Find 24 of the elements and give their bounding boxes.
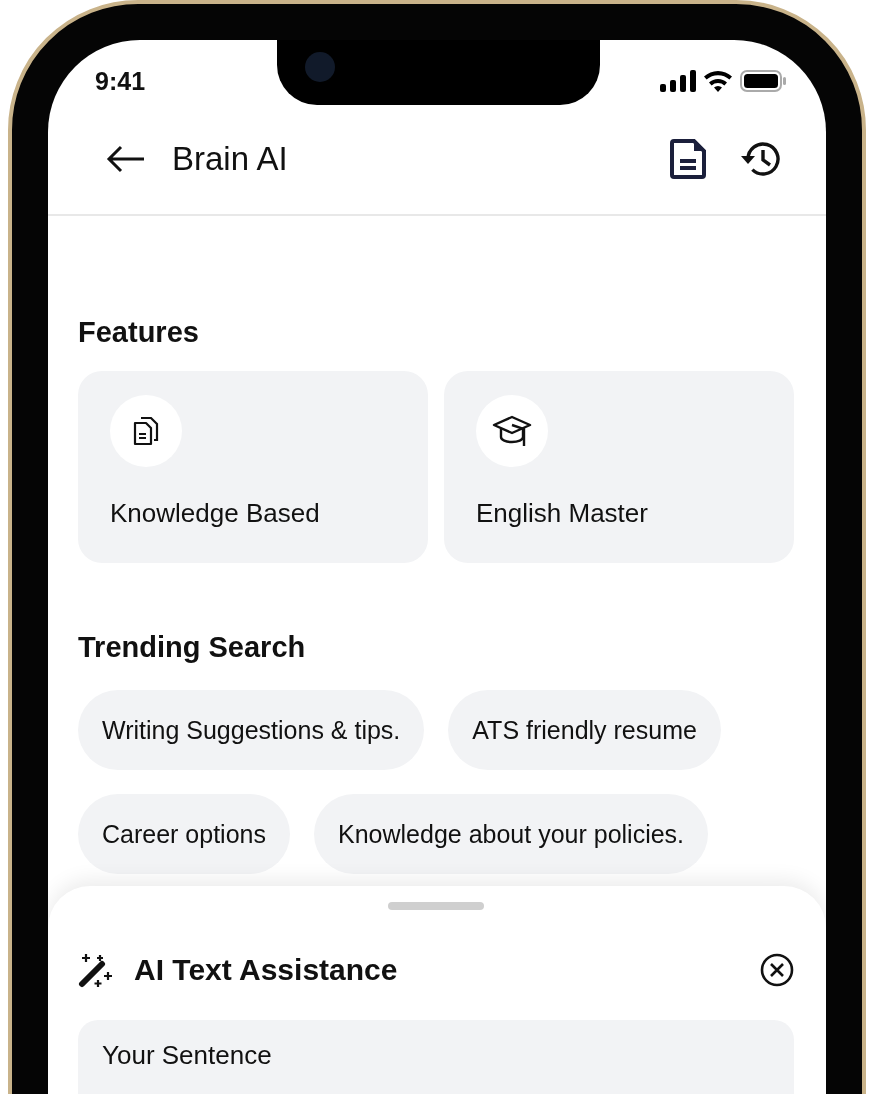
back-button[interactable] (106, 145, 146, 173)
search-chip[interactable]: Writing Suggestions & tips. (78, 690, 425, 770)
document-icon[interactable] (670, 139, 706, 179)
status-time: 9:41 (95, 66, 146, 96)
wifi-icon (704, 70, 732, 92)
page-title: Brain AI (172, 140, 288, 178)
battery-icon (740, 70, 786, 92)
search-chip[interactable]: Career options (78, 794, 290, 874)
feature-label: English Master (476, 498, 649, 529)
section-heading: Features (78, 316, 200, 349)
history-icon[interactable] (740, 139, 782, 179)
graduation-cap-icon (492, 414, 532, 448)
feature-label: Knowledge Based (110, 498, 321, 529)
sentence-input[interactable]: Your Sentence (78, 1020, 794, 1094)
section-heading: Trending Search (78, 631, 307, 664)
close-button[interactable] (760, 953, 794, 987)
search-chip[interactable]: ATS friendly resume (448, 690, 721, 770)
signal-icon (660, 70, 696, 92)
documents-icon (132, 415, 160, 447)
drag-handle[interactable] (388, 902, 484, 910)
feature-card[interactable]: Knowledge Based (78, 371, 428, 563)
search-chip[interactable]: Knowledge about your policies. (314, 794, 709, 874)
sheet-title: AI Text Assistance (134, 953, 398, 987)
feature-card[interactable]: English Master (444, 371, 794, 563)
